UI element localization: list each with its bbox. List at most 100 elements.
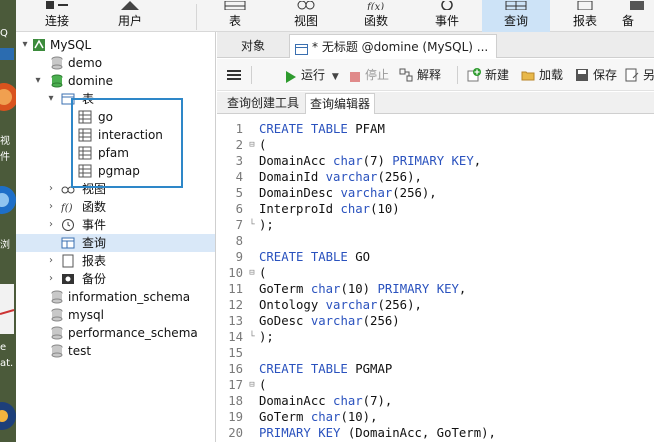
chevron-down-icon[interactable]: ▾ bbox=[19, 36, 31, 54]
sql-token: (256), bbox=[377, 298, 422, 312]
tree-connection-mysql[interactable]: ▾ MySQL bbox=[16, 36, 215, 54]
code-line[interactable]: 12 Ontology varchar(256), bbox=[217, 297, 654, 313]
function-button[interactable]: f(x) 函数 bbox=[348, 0, 404, 32]
fold-toggle-icon[interactable]: ⊟ bbox=[247, 377, 257, 393]
connect-button[interactable]: 连接 bbox=[30, 0, 84, 32]
load-button[interactable]: 加载 bbox=[521, 65, 563, 85]
line-number: 14 bbox=[228, 330, 243, 344]
app-icon[interactable] bbox=[0, 392, 16, 432]
fold-toggle-icon[interactable]: ⊟ bbox=[247, 137, 257, 153]
user-icon bbox=[117, 0, 143, 10]
line-number: 6 bbox=[235, 202, 243, 216]
line-number: 18 bbox=[228, 394, 243, 408]
code-line[interactable]: 18 DomainAcc char(7), bbox=[217, 393, 654, 409]
chevron-right-icon[interactable]: › bbox=[45, 252, 57, 270]
sql-token: ( bbox=[259, 266, 267, 280]
code-text: ( bbox=[259, 137, 266, 153]
tree-group-reports[interactable]: › 报表 bbox=[16, 252, 215, 270]
code-line[interactable]: 11 GoTerm char(10) PRIMARY KEY, bbox=[217, 281, 654, 297]
menu-button[interactable] bbox=[227, 65, 241, 85]
code-line[interactable]: 3 DomainAcc char(7) PRIMARY KEY, bbox=[217, 153, 654, 169]
chevron-right-icon[interactable]: › bbox=[45, 180, 57, 198]
tree-database-domine[interactable]: ▾ domine bbox=[16, 72, 215, 90]
tree-group-events[interactable]: › 事件 bbox=[16, 216, 215, 234]
sql-keyword: varchar bbox=[325, 170, 378, 184]
sql-keyword: char bbox=[340, 202, 371, 216]
line-number: 5 bbox=[235, 186, 243, 200]
code-line[interactable]: 4 DomainId varchar(256), bbox=[217, 169, 654, 185]
code-line[interactable]: 6 InterproId char(10) bbox=[217, 201, 654, 217]
sql-token: (DomainAcc, GoTerm), bbox=[340, 426, 496, 440]
code-line[interactable]: 7 └); bbox=[217, 217, 654, 233]
tree-group-functions[interactable]: › f() 函数 bbox=[16, 198, 215, 216]
tree-database-information-schema[interactable]: information_schema bbox=[16, 288, 215, 306]
document-icon[interactable] bbox=[0, 284, 16, 334]
sql-keyword: varchar bbox=[340, 186, 393, 200]
toolbar-separator bbox=[457, 66, 458, 84]
query-button[interactable]: 查询 bbox=[482, 0, 550, 32]
line-number: 9 bbox=[235, 250, 243, 264]
chevron-down-icon[interactable]: ▾ bbox=[32, 72, 44, 90]
code-line[interactable]: 20 PRIMARY KEY (DomainAcc, GoTerm), bbox=[217, 425, 654, 441]
view-button[interactable]: 视图 bbox=[278, 0, 334, 32]
code-line[interactable]: 17 ⊟( bbox=[217, 377, 654, 393]
code-line[interactable]: 8 bbox=[217, 233, 654, 249]
line-number: 19 bbox=[228, 410, 243, 424]
desktop-label: at. bbox=[0, 358, 14, 369]
line-number: 12 bbox=[228, 298, 243, 312]
code-line[interactable]: 13 GoDesc varchar(256) bbox=[217, 313, 654, 329]
fold-toggle-icon[interactable]: ⊟ bbox=[247, 265, 257, 281]
backup-icon bbox=[624, 0, 650, 10]
backup-button[interactable]: 备 bbox=[620, 0, 654, 32]
desktop-label: 浏 bbox=[0, 240, 10, 251]
code-line[interactable]: 5 DomainDesc varchar(256), bbox=[217, 185, 654, 201]
tab-query-editor[interactable]: 查询编辑器 bbox=[305, 93, 376, 114]
tab-objects[interactable]: 对象 bbox=[233, 34, 273, 58]
sql-editor[interactable]: 1 CREATE TABLE PFAM 2 ⊟(3 DomainAcc char(7) … bbox=[217, 115, 654, 442]
tree-database-test[interactable]: test bbox=[16, 342, 215, 360]
code-text: DomainAcc char(7) PRIMARY KEY, bbox=[259, 153, 481, 169]
sql-token: (256), bbox=[392, 186, 437, 200]
code-line[interactable]: 10 ⊟( bbox=[217, 265, 654, 281]
chevron-right-icon[interactable]: › bbox=[45, 216, 57, 234]
tree-group-queries[interactable]: 查询 bbox=[16, 234, 215, 252]
chevron-right-icon[interactable]: › bbox=[45, 270, 57, 288]
tab-untitled-query[interactable]: * 无标题 @domine (MySQL) ... bbox=[289, 34, 498, 58]
code-line[interactable]: 2 ⊟( bbox=[217, 137, 654, 153]
tree-database-performance-schema[interactable]: performance_schema bbox=[16, 324, 215, 342]
report-button[interactable]: 报表 bbox=[556, 0, 614, 32]
table-icon bbox=[222, 0, 248, 10]
code-line[interactable]: 9 CREATE TABLE GO bbox=[217, 249, 654, 265]
code-text: GoDesc varchar(256) bbox=[259, 313, 400, 329]
code-line[interactable]: 19 GoTerm char(10), bbox=[217, 409, 654, 425]
chevron-right-icon[interactable]: › bbox=[45, 198, 57, 216]
browser-icon[interactable] bbox=[0, 180, 16, 220]
code-line[interactable]: 14 └); bbox=[217, 329, 654, 345]
stop-button[interactable]: 停止 bbox=[349, 65, 389, 85]
sql-token: ( bbox=[259, 378, 267, 392]
run-button[interactable]: 运行 ▼ bbox=[283, 65, 339, 85]
main-toolbar: 连接 用户 表 视图 f(x) 函数 事件 查询 报表 备 bbox=[16, 0, 654, 32]
app-icon[interactable] bbox=[0, 46, 16, 62]
sql-token: (10) bbox=[370, 202, 400, 216]
code-line[interactable]: 1 CREATE TABLE PFAM bbox=[217, 121, 654, 137]
browser-icon[interactable] bbox=[0, 80, 16, 114]
code-line[interactable]: 15 bbox=[217, 345, 654, 361]
tree-group-backups[interactable]: › 备份 bbox=[16, 270, 215, 288]
user-button[interactable]: 用户 bbox=[100, 0, 160, 32]
chevron-down-icon[interactable]: ▾ bbox=[45, 90, 57, 108]
tree-database-demo[interactable]: demo bbox=[16, 54, 215, 72]
tree-database-mysql[interactable]: mysql bbox=[16, 306, 215, 324]
dropdown-arrow-icon[interactable]: ▼ bbox=[332, 72, 339, 82]
event-button[interactable]: 事件 bbox=[418, 0, 476, 32]
save-as-button[interactable]: 另 bbox=[625, 65, 654, 85]
save-button[interactable]: 保存 bbox=[575, 65, 617, 85]
svg-text:f(x): f(x) bbox=[366, 2, 384, 10]
view-icon bbox=[293, 0, 319, 10]
table-button[interactable]: 表 bbox=[209, 0, 261, 32]
tab-query-builder[interactable]: 查询创建工具 bbox=[223, 93, 303, 114]
code-line[interactable]: 16 CREATE TABLE PGMAP bbox=[217, 361, 654, 377]
desktop-label: e bbox=[0, 342, 7, 353]
new-query-button[interactable]: 新建 bbox=[467, 65, 509, 85]
explain-button[interactable]: 解释 bbox=[399, 65, 441, 85]
